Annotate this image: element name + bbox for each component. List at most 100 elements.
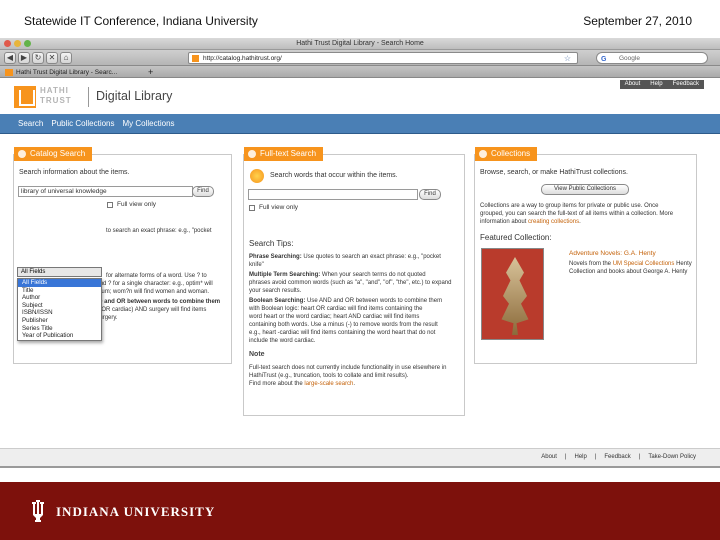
catalog-find-button[interactable]: Find	[192, 186, 214, 197]
address-bar[interactable]: http://catalog.hathitrust.org/ ☆	[188, 52, 578, 64]
featured-collection-title: Featured Collection:	[480, 233, 552, 242]
footer-separator: |	[638, 454, 641, 460]
footer-link-takedown[interactable]: Take-Down Policy	[644, 454, 700, 460]
fulltext-full-view-label: Full view only	[259, 204, 299, 211]
search-tips-title: Search Tips:	[249, 239, 294, 248]
browser-bottom-edge	[0, 466, 720, 468]
note-line-2: HathiTrust (e.g., truncation, tools to c…	[249, 373, 409, 379]
iu-trident-icon	[32, 500, 44, 522]
tip-phrase-text: Use quotes to search an exact phrase: e.…	[303, 254, 441, 260]
field-option-publisher[interactable]: Publisher	[18, 317, 101, 325]
note-line-3: Find more about the large-scale search.	[249, 381, 355, 388]
note-line-3-end: .	[353, 381, 356, 387]
browser-window: Hathi Trust Digital Library - Search Hom…	[0, 38, 720, 468]
um-special-collections-link[interactable]: UM Special Collections	[613, 261, 675, 267]
slide-header: Statewide IT Conference, Indiana Univers…	[24, 14, 692, 30]
collections-desc-3-end: .	[579, 219, 581, 225]
catalog-help-2: for alternate forms of a word. Use ? to	[106, 273, 207, 279]
maximize-window-icon[interactable]	[24, 40, 31, 47]
home-icon[interactable]: ⌂	[60, 52, 72, 64]
catalog-field-select[interactable]: All Fields	[17, 267, 102, 277]
fulltext-heading: Search words that occur within the items…	[270, 172, 398, 179]
new-tab-icon[interactable]: +	[148, 67, 153, 78]
top-link-help[interactable]: Help	[645, 80, 667, 89]
fulltext-sun-icon	[250, 169, 264, 183]
site-favicon-icon	[192, 55, 199, 62]
field-option-title[interactable]: Title	[18, 287, 101, 295]
logo-line-2: TRUST	[40, 96, 72, 105]
field-option-subject[interactable]: Subject	[18, 302, 101, 310]
collections-desc-3-text: information about	[480, 219, 527, 225]
collections-tab: Collections	[475, 147, 538, 161]
catalog-full-view-checkbox[interactable]	[107, 202, 113, 208]
fulltext-find-button[interactable]: Find	[419, 189, 441, 200]
browser-search-field[interactable]: G Google	[596, 52, 708, 64]
creating-collections-link[interactable]: creating collections	[528, 219, 579, 225]
footer-links: About | Help | Feedback | Take-Down Poli…	[537, 454, 700, 460]
tip-phrase-2: knife"	[249, 262, 264, 268]
featured-desc-2: Collection and books about George A. Hen…	[569, 269, 688, 275]
fulltext-search-input[interactable]	[248, 189, 418, 200]
top-links: About Help Feedback	[619, 80, 704, 89]
footer-link-feedback[interactable]: Feedback	[600, 454, 634, 460]
nav-my-collections[interactable]: My Collections	[119, 114, 179, 133]
footer-separator: |	[564, 454, 567, 460]
collections-heading: Browse, search, or make HathiTrust colle…	[480, 169, 628, 176]
catalog-full-view-label: Full view only	[117, 201, 157, 208]
field-option-isbn[interactable]: ISBN/ISSN	[18, 309, 101, 317]
minimize-window-icon[interactable]	[14, 40, 21, 47]
browser-tabbar: Hathi Trust Digital Library - Searc... +	[0, 66, 720, 78]
logo-product-name: Digital Library	[96, 89, 173, 103]
close-window-icon[interactable]	[4, 40, 11, 47]
featured-desc-1-end: Henty	[676, 261, 692, 267]
field-option-series-title[interactable]: Series Title	[18, 325, 101, 333]
field-option-author[interactable]: Author	[18, 294, 101, 302]
logo-wordmark[interactable]: HATHI TRUST	[40, 86, 72, 106]
field-option-year[interactable]: Year of Publication	[18, 332, 101, 340]
tip-phrase: Phrase Searching: Use quotes to search a…	[249, 254, 441, 261]
hathitrust-logo-icon[interactable]	[14, 86, 36, 108]
footer-link-help[interactable]: Help	[570, 454, 590, 460]
search-engine-label: Google	[619, 55, 640, 62]
back-icon[interactable]: ◀	[4, 52, 16, 64]
view-public-collections-button[interactable]: View Public Collections	[541, 184, 629, 195]
browser-toolbar: ◀ ▶ ↻ ✕ ⌂ http://catalog.hathitrust.org/…	[0, 50, 720, 66]
footer-link-about[interactable]: About	[537, 454, 561, 460]
stop-icon[interactable]: ✕	[46, 52, 58, 64]
reload-icon[interactable]: ↻	[32, 52, 44, 64]
site-nav: Search Public Collections My Collections	[0, 114, 720, 134]
fulltext-full-view-checkbox[interactable]	[249, 205, 255, 211]
catalog-search-input[interactable]: library of universal knowledge	[18, 186, 193, 197]
fulltext-icon	[248, 150, 256, 158]
large-scale-search-link[interactable]: large-scale search	[304, 381, 353, 387]
collections-desc-3: information about creating collections.	[480, 219, 581, 226]
note-line-1: Full-text search does not currently incl…	[249, 365, 447, 371]
nav-public-collections[interactable]: Public Collections	[47, 114, 118, 133]
nav-search[interactable]: Search	[14, 114, 47, 133]
catalog-heading: Search information about the items.	[19, 169, 130, 176]
forward-icon[interactable]: ▶	[18, 52, 30, 64]
browser-tab[interactable]: Hathi Trust Digital Library - Searc...	[2, 67, 117, 78]
slide: Statewide IT Conference, Indiana Univers…	[0, 0, 720, 540]
collections-tab-label: Collections	[491, 149, 531, 158]
top-link-about[interactable]: About	[620, 80, 646, 89]
field-option-all-fields[interactable]: All Fields	[18, 279, 101, 287]
top-link-feedback[interactable]: Feedback	[668, 80, 704, 89]
note-title: Note	[249, 351, 265, 358]
collections-desc-2: grouped, you can search the full-text of…	[480, 211, 674, 217]
bookmark-star-icon[interactable]: ☆	[564, 53, 571, 64]
slide-header-left: Statewide IT Conference, Indiana Univers…	[24, 14, 258, 28]
site-header: About Help Feedback HATHI TRUST Digital …	[0, 78, 720, 114]
tab-favicon-icon	[5, 69, 13, 76]
tip-boolean-2: with Boolean logic: heart OR cardiac wil…	[249, 306, 423, 312]
url-text: http://catalog.hathitrust.org/	[203, 55, 282, 62]
tip-boolean-6: include the word cardiac.	[249, 338, 316, 344]
window-title: Hathi Trust Digital Library - Search Hom…	[296, 40, 424, 47]
site-footer: About | Help | Feedback | Take-Down Poli…	[0, 448, 720, 466]
footer-separator: |	[594, 454, 597, 460]
featured-collection-name[interactable]: Adventure Novels: G.A. Henty	[569, 250, 656, 257]
featured-collection-cover[interactable]	[481, 248, 544, 340]
window-controls	[4, 40, 31, 47]
tree-illustration-icon	[501, 257, 529, 335]
featured-desc-1: Novels from the UM Special Collections H…	[569, 261, 692, 268]
